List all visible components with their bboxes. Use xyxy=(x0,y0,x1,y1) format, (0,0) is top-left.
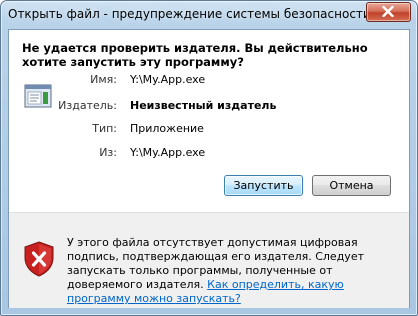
name-value: Y:\My.App.exe xyxy=(130,73,206,86)
publisher-label: Издатель: xyxy=(58,99,117,112)
from-label: Из: xyxy=(99,146,117,159)
publisher-value: Неизвестный издатель xyxy=(130,99,277,112)
type-label: Тип: xyxy=(92,122,117,135)
warning-message: У этого файла отсутствует допустимая циф… xyxy=(67,236,399,306)
cancel-button[interactable]: Отмена xyxy=(312,175,391,196)
security-shield-error-icon xyxy=(24,241,54,277)
run-button[interactable]: Запустить xyxy=(224,175,303,196)
from-value: Y:\My.App.exe xyxy=(130,146,206,159)
name-label: Имя: xyxy=(90,73,117,86)
type-value: Приложение xyxy=(130,122,204,135)
title-bar[interactable]: Открыть файл - предупреждение системы бе… xyxy=(1,1,417,29)
dialog-heading: Не удается проверить издателя. Вы действ… xyxy=(22,41,368,69)
dialog-content: Не удается проверить издателя. Вы действ… xyxy=(9,30,409,212)
close-button[interactable] xyxy=(366,2,411,22)
warning-footer: У этого файла отсутствует допустимая циф… xyxy=(9,212,409,308)
dialog-client-area: Не удается проверить издателя. Вы действ… xyxy=(8,29,410,308)
security-warning-window: Открыть файл - предупреждение системы бе… xyxy=(0,0,418,316)
close-icon xyxy=(382,6,394,17)
window-title: Открыть файл - предупреждение системы бе… xyxy=(8,7,371,21)
